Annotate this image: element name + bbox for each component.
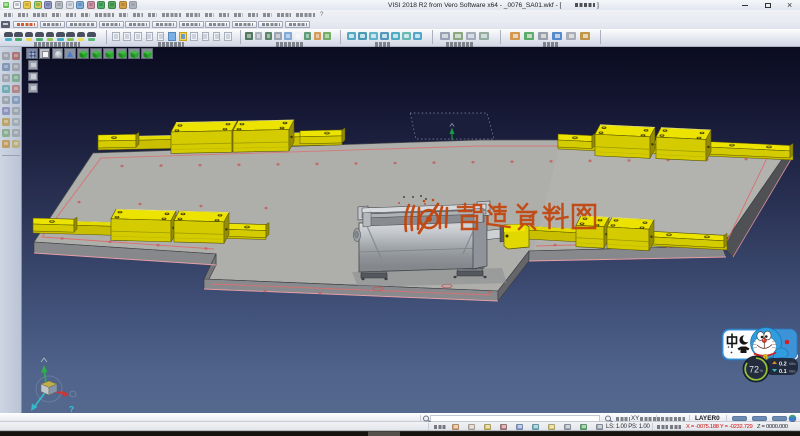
- svg-text:KB/s: KB/s: [789, 362, 796, 366]
- svg-text:0.1: 0.1: [779, 369, 787, 375]
- svg-text:%: %: [760, 368, 764, 373]
- svg-text:KB/s: KB/s: [789, 370, 796, 374]
- svg-text:?: ?: [69, 404, 74, 413]
- svg-text:0.2: 0.2: [779, 362, 787, 368]
- svg-text:72: 72: [749, 365, 759, 375]
